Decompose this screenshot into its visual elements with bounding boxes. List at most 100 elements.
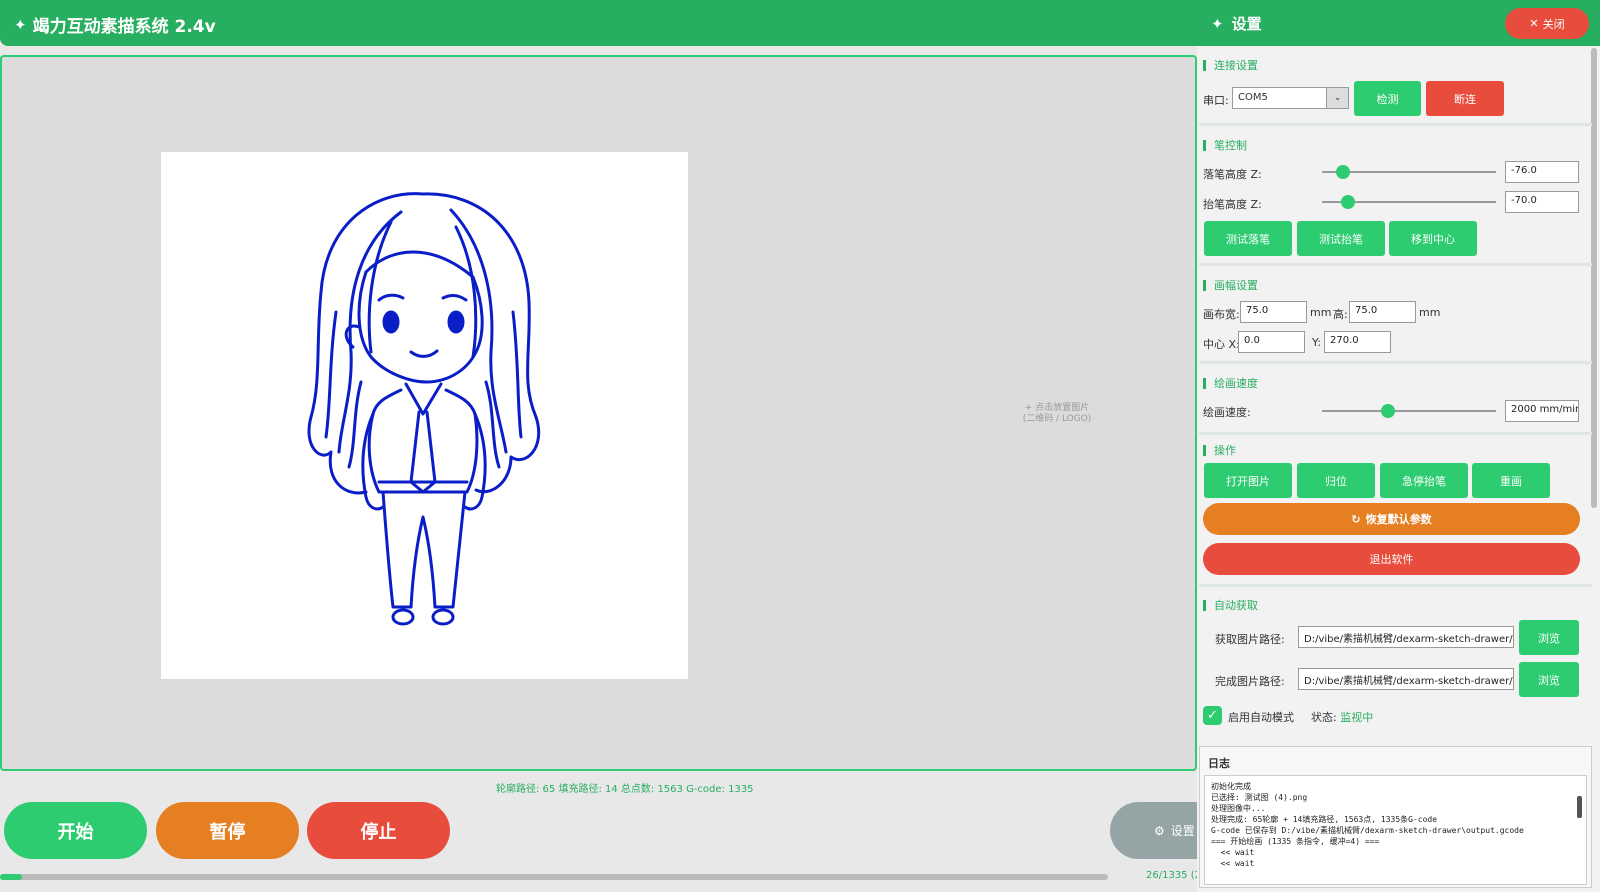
log-line: === 开始绘画 (1335 条指令, 缓冲=4) === [1211, 837, 1380, 846]
log-title: 日志 [1208, 757, 1230, 770]
stop-button[interactable]: 停止 [307, 802, 450, 859]
center-y-input[interactable]: 270.0 [1324, 331, 1391, 353]
canvas-width-unit: mm [1310, 306, 1332, 319]
app-title-text: 竭力互动素描系统 2.4v [32, 17, 216, 37]
done-path-label: 完成图片路径: [1215, 675, 1285, 688]
disconnect-button[interactable]: 断连 [1426, 81, 1504, 116]
pen-up-label: 抬笔高度 Z: [1203, 198, 1262, 211]
divider [1199, 123, 1592, 126]
settings-title: ✦ 设置 [1211, 13, 1262, 34]
settings-panel: ✦ 设置 ✕ 关闭 连接设置 串口: COM5 ⌄ 检测 断连 笔控制 落笔高度… [1197, 0, 1600, 892]
browse-done-button[interactable]: 浏览 [1519, 662, 1579, 697]
auto-status-value: 监视中 [1340, 711, 1374, 724]
restore-defaults-button[interactable]: ↻ 恢复默认参数 [1203, 503, 1580, 535]
port-value: COM5 [1238, 92, 1268, 103]
image-drop-hint[interactable]: + 点击放置图片 (二维码 / LOGO) [1002, 403, 1112, 425]
section-operations: 操作 [1203, 442, 1236, 458]
emergency-pen-up-button[interactable]: 急停抬笔 [1380, 463, 1468, 498]
center-x-input[interactable]: 0.0 [1238, 331, 1305, 353]
log-line: << wait [1211, 848, 1255, 857]
divider [1199, 432, 1592, 435]
gear-icon: ⚙ [1154, 823, 1165, 838]
canvas-height-label: 高: [1333, 308, 1348, 321]
browse-fetch-button[interactable]: 浏览 [1519, 620, 1579, 655]
close-settings-button[interactable]: ✕ 关闭 [1505, 8, 1589, 39]
section-pen: 笔控制 [1203, 137, 1247, 153]
center-x-label: 中心 X: [1203, 338, 1240, 351]
divider [1199, 584, 1592, 587]
app-title: ✦ 竭力互动素描系统 2.4v [14, 12, 216, 38]
section-auto-label: 自动获取 [1214, 599, 1258, 612]
fetch-path-input[interactable]: D:/vibe/素描机械臂/dexarm-sketch-drawer/ [1298, 626, 1514, 648]
log-output[interactable]: 初始化完成 已选择: 测试图 (4).png 处理图像中... 处理完成: 65… [1204, 775, 1587, 885]
port-select[interactable]: COM5 ⌄ [1232, 87, 1349, 109]
section-operations-label: 操作 [1214, 444, 1236, 457]
open-image-button[interactable]: 打开图片 [1204, 463, 1292, 498]
exit-button[interactable]: 退出软件 [1203, 543, 1580, 575]
close-label: 关闭 [1542, 17, 1565, 31]
sparkle-icon: ✦ [14, 15, 27, 34]
canvas-height-input[interactable]: 75.0 [1349, 301, 1416, 323]
home-button[interactable]: 归位 [1297, 463, 1375, 498]
pen-down-label: 落笔高度 Z: [1203, 168, 1262, 181]
settings-scrollbar[interactable] [1591, 48, 1597, 508]
auto-status: 状态: 监视中 [1311, 709, 1373, 725]
section-connection-label: 连接设置 [1214, 59, 1258, 72]
auto-status-label: 状态: [1311, 711, 1337, 724]
sketch-drawing [307, 192, 541, 626]
settings-header: ✦ 设置 ✕ 关闭 [1197, 0, 1600, 46]
speed-slider-track[interactable] [1322, 410, 1496, 412]
sketch-preview [161, 152, 688, 679]
canvas-height-unit: mm [1419, 306, 1441, 319]
drop-hint-line1: + 点击放置图片 [1024, 403, 1090, 413]
section-speed-label: 绘画速度 [1214, 377, 1258, 390]
detect-button[interactable]: 检测 [1354, 81, 1421, 116]
section-canvas: 画幅设置 [1203, 277, 1258, 293]
log-line: 初始化完成 [1211, 782, 1251, 791]
pen-up-input[interactable]: -70.0 [1505, 191, 1579, 213]
section-speed: 绘画速度 [1203, 375, 1258, 391]
section-canvas-label: 画幅设置 [1214, 279, 1258, 292]
pen-up-slider-thumb[interactable] [1341, 195, 1356, 209]
pause-button[interactable]: 暂停 [156, 802, 299, 859]
speed-label: 绘画速度: [1203, 406, 1251, 419]
path-stats: 轮廓路径: 65 填充路径: 14 总点数: 1563 G-code: 1335 [496, 784, 754, 795]
section-pen-label: 笔控制 [1214, 139, 1247, 152]
test-pen-up-button[interactable]: 测试抬笔 [1297, 221, 1385, 256]
progress-fill [0, 874, 22, 880]
start-button[interactable]: 开始 [4, 802, 147, 859]
center-y-label: Y: [1312, 336, 1321, 349]
speed-input[interactable]: 2000 mm/min [1505, 400, 1579, 422]
section-connection: 连接设置 [1203, 57, 1258, 73]
done-path-input[interactable]: D:/vibe/素描机械臂/dexarm-sketch-drawer/ [1298, 668, 1514, 690]
pen-down-input[interactable]: -76.0 [1505, 161, 1579, 183]
progress-text: 26/1335 (2 [1146, 870, 1201, 881]
log-line: << wait [1211, 859, 1255, 868]
speed-slider-thumb[interactable] [1381, 404, 1396, 418]
auto-mode-label: 启用自动模式 [1228, 711, 1294, 724]
drop-hint-line2: (二维码 / LOGO) [1022, 414, 1092, 424]
canvas-width-input[interactable]: 75.0 [1240, 301, 1307, 323]
divider [1199, 263, 1592, 266]
auto-mode-checkbox[interactable]: ✓ [1203, 706, 1222, 725]
log-scrollbar[interactable] [1577, 796, 1582, 818]
chevron-down-icon[interactable]: ⌄ [1326, 88, 1348, 108]
refresh-icon: ↻ [1351, 512, 1361, 526]
pen-down-slider-thumb[interactable] [1335, 165, 1350, 179]
progress-track [0, 874, 1108, 880]
log-line: 已选择: 测试图 (4).png [1211, 793, 1308, 802]
divider [1199, 361, 1592, 364]
log-line: 处理完成: 65轮廓 + 14填充路径, 1563点, 1335条G-code [1211, 815, 1438, 824]
redraw-button[interactable]: 重画 [1472, 463, 1550, 498]
test-pen-down-button[interactable]: 测试落笔 [1204, 221, 1292, 256]
log-panel: 日志 初始化完成 已选择: 测试图 (4).png 处理图像中... 处理完成:… [1199, 746, 1592, 888]
log-line: 处理图像中... [1211, 804, 1266, 813]
port-label: 串口: [1203, 94, 1229, 107]
close-icon: ✕ [1529, 17, 1539, 30]
open-settings-label: 设置 [1170, 824, 1195, 838]
drawing-canvas[interactable]: + 点击放置图片 (二维码 / LOGO) [0, 55, 1197, 771]
settings-title-text: 设置 [1231, 15, 1262, 33]
log-line: G-code 已保存到 D:/vibe/素描机械臂/dexarm-sketch-… [1211, 826, 1524, 835]
move-center-button[interactable]: 移到中心 [1389, 221, 1477, 256]
fetch-path-label: 获取图片路径: [1215, 633, 1285, 646]
